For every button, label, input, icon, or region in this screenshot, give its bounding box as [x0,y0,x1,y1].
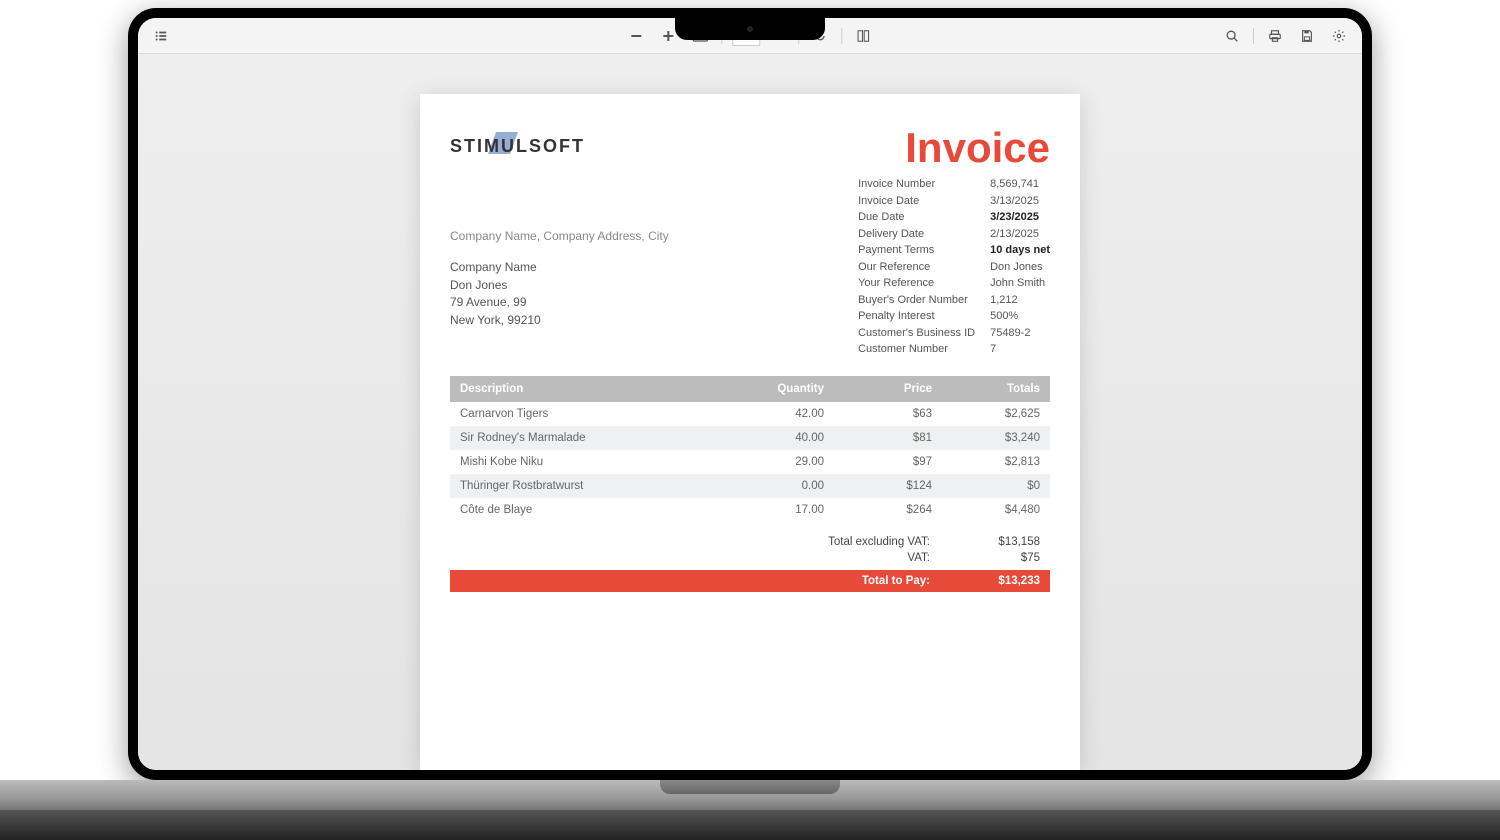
invoice-page: STIMULSOFT Invoice Company Name, Company… [420,94,1080,770]
cell-qty: 0.00 [726,474,834,498]
search-icon[interactable] [1221,25,1243,47]
meta-label: Penalty Interest [858,308,990,325]
grand-total-value: $13,233 [980,575,1040,587]
meta-label: Buyer's Order Number [858,292,990,309]
cell-qty: 42.00 [726,402,834,426]
meta-label: Your Reference [858,275,990,292]
table-row: Côte de Blaye17.00$264$4,480 [450,498,1050,522]
cell-total: $0 [942,474,1050,498]
invoice-title: Invoice [905,124,1050,172]
meta-row: Customer Number7 [858,341,1050,358]
meta-value: 8,569,741 [990,176,1039,193]
cell-price: $81 [834,426,942,450]
laptop-base [0,780,1500,840]
cell-desc: Thüringer Rostbratwurst [450,474,726,498]
cell-qty: 40.00 [726,426,834,450]
vat-value: $75 [980,552,1040,564]
contact-name: Don Jones [450,277,669,294]
meta-label: Delivery Date [858,226,990,243]
meta-label: Due Date [858,209,990,226]
zoom-out-icon[interactable] [625,25,647,47]
meta-row: Penalty Interest500% [858,308,1050,325]
presentation-icon[interactable] [853,25,875,47]
meta-value: 75489-2 [990,325,1030,342]
col-quantity: Quantity [726,376,834,402]
col-totals: Totals [942,376,1050,402]
city-zip: New York, 99210 [450,312,669,329]
cell-desc: Mishi Kobe Niku [450,450,726,474]
save-icon[interactable] [1296,25,1318,47]
vat-label: VAT: [810,552,980,564]
cell-qty: 29.00 [726,450,834,474]
meta-label: Payment Terms [858,242,990,259]
meta-value: 2/13/2025 [990,226,1039,243]
cell-desc: Carnarvon Tigers [450,402,726,426]
cell-total: $2,813 [942,450,1050,474]
meta-value: 500% [990,308,1018,325]
meta-label: Customer Number [858,341,990,358]
col-price: Price [834,376,942,402]
totals-block: Total excluding VAT: $13,158 VAT: $75 To… [450,534,1050,592]
print-icon[interactable] [1264,25,1286,47]
separator [842,28,843,44]
camera-dot [747,26,753,32]
cell-total: $3,240 [942,426,1050,450]
col-description: Description [450,376,726,402]
table-row: Carnarvon Tigers42.00$63$2,625 [450,402,1050,426]
table-row: Thüringer Rostbratwurst0.00$124$0 [450,474,1050,498]
meta-label: Invoice Number [858,176,990,193]
settings-icon[interactable] [1328,25,1350,47]
meta-row: Delivery Date2/13/2025 [858,226,1050,243]
laptop-screen: of 1 [138,18,1362,770]
billing-address: Company Name, Company Address, City Comp… [450,176,669,358]
meta-value: 3/13/2025 [990,193,1039,210]
cell-price: $264 [834,498,942,522]
meta-value: 3/23/2025 [990,209,1039,226]
separator [1253,28,1254,44]
subtotal-value: $13,158 [980,536,1040,548]
grand-total-label: Total to Pay: [810,575,980,587]
cell-price: $63 [834,402,942,426]
meta-row: Buyer's Order Number1,212 [858,292,1050,309]
meta-label: Our Reference [858,259,990,276]
meta-label: Customer's Business ID [858,325,990,342]
cell-desc: Côte de Blaye [450,498,726,522]
meta-value: Don Jones [990,259,1043,276]
meta-row: Invoice Number8,569,741 [858,176,1050,193]
cell-total: $2,625 [942,402,1050,426]
meta-row: Customer's Business ID75489-2 [858,325,1050,342]
subtotal-label: Total excluding VAT: [810,536,980,548]
cell-qty: 17.00 [726,498,834,522]
meta-row: Your ReferenceJohn Smith [858,275,1050,292]
cell-price: $124 [834,474,942,498]
meta-row: Our ReferenceDon Jones [858,259,1050,276]
company-logo: STIMULSOFT [450,124,585,172]
table-row: Sir Rodney's Marmalade40.00$81$3,240 [450,426,1050,450]
table-row: Mishi Kobe Niku29.00$97$2,813 [450,450,1050,474]
invoice-meta-table: Invoice Number8,569,741Invoice Date3/13/… [858,176,1050,358]
meta-value: 7 [990,341,996,358]
street: 79 Avenue, 99 [450,294,669,311]
laptop-frame: of 1 [128,8,1372,780]
notch [675,18,825,40]
company-name: Company Name [450,259,669,276]
meta-label: Invoice Date [858,193,990,210]
meta-row: Invoice Date3/13/2025 [858,193,1050,210]
cell-total: $4,480 [942,498,1050,522]
cell-price: $97 [834,450,942,474]
address-heading: Company Name, Company Address, City [450,228,669,245]
logo-text: STIMULSOFT [450,136,585,156]
meta-value: 10 days net [990,242,1050,259]
meta-row: Payment Terms10 days net [858,242,1050,259]
cell-desc: Sir Rodney's Marmalade [450,426,726,450]
sidebar-toggle-icon[interactable] [150,25,172,47]
document-viewport[interactable]: STIMULSOFT Invoice Company Name, Company… [138,54,1362,770]
meta-value: 1,212 [990,292,1018,309]
meta-value: John Smith [990,275,1045,292]
line-items-table: Description Quantity Price Totals Carnar… [450,376,1050,522]
meta-row: Due Date3/23/2025 [858,209,1050,226]
